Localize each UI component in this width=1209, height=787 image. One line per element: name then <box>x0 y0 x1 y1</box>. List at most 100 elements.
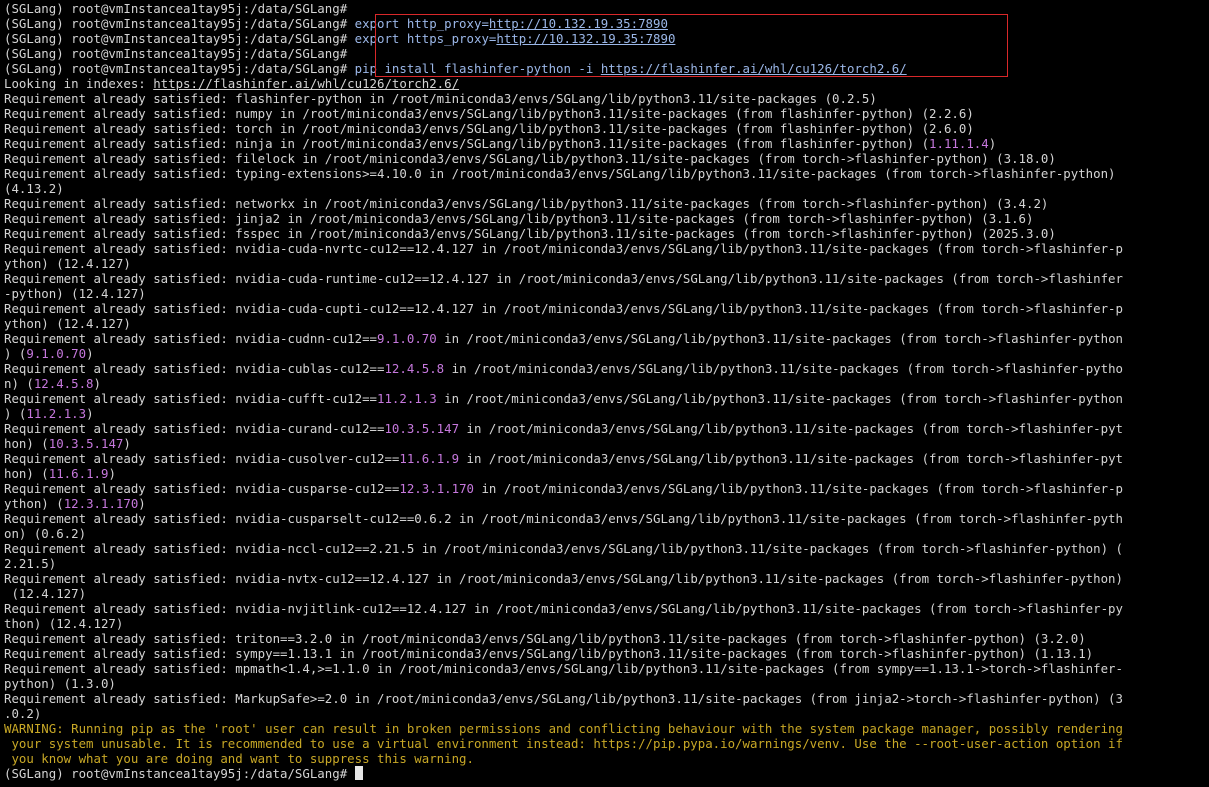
output-line-wrap: hon) (11.6.1.9) <box>4 466 1209 481</box>
output-text: Requirement already satisfied: <box>4 136 236 151</box>
command-text: pip install flashinfer-python -i <box>354 61 601 76</box>
prompt: (SGLang) root@vmInstancea1tay95j:/data/S… <box>4 16 348 31</box>
output-text: thon) (12.4.127) <box>4 616 124 631</box>
output-line-wrap: on) (0.6.2) <box>4 526 1209 541</box>
output-line: Requirement already satisfied: typing-ex… <box>4 166 1209 181</box>
version-highlight: 9.1.0.70 <box>26 346 87 361</box>
output-text: nvidia-nvtx-cu12==12.4.127 in /root/mini… <box>235 571 1123 586</box>
output-text: Requirement already satisfied: <box>4 226 236 241</box>
output-text: numpy in /root/miniconda3/envs/SGLang/li… <box>235 106 974 121</box>
output-text: nvidia-nccl-cu12==2.21.5 in /root/minico… <box>235 541 1123 556</box>
output-text: ) <box>108 466 116 481</box>
output-line: Requirement already satisfied: triton==3… <box>4 631 1209 646</box>
output-text: Requirement already satisfied: <box>4 421 236 436</box>
version-highlight: 12.4.5.8 <box>384 361 445 376</box>
output-line-wrap: ython) (12.4.127) <box>4 256 1209 271</box>
output-line-wrap: (4.13.2) <box>4 181 1209 196</box>
command-line-http-proxy: (SGLang) root@vmInstancea1tay95j:/data/S… <box>4 16 1209 31</box>
output-text: Requirement already satisfied: <box>4 121 236 136</box>
index-link[interactable]: https://flashinfer.ai/whl/cu126/torch2.6… <box>153 76 459 91</box>
output-text: Requirement already satisfied: <box>4 241 236 256</box>
output-text: nvidia-nvjitlink-cu12==12.4.127 in /root… <box>235 601 1123 616</box>
command-text: export http_proxy= <box>354 16 489 31</box>
output-text: Requirement already satisfied: <box>4 691 236 706</box>
output-text: ) <box>86 406 94 421</box>
output-line: Requirement already satisfied: filelock … <box>4 151 1209 166</box>
output-text: Requirement already satisfied: <box>4 331 236 346</box>
output-line: Requirement already satisfied: nvidia-cu… <box>4 421 1209 436</box>
output-text: python) (1.3.0) <box>4 676 116 691</box>
output-text: ython) (12.4.127) <box>4 316 131 331</box>
output-line-wrap: thon) (12.4.127) <box>4 616 1209 631</box>
output-text: ) ( <box>4 346 27 361</box>
output-text: Requirement already satisfied: <box>4 196 236 211</box>
output-text: Requirement already satisfied: <box>4 646 236 661</box>
output-text: fsspec in /root/miniconda3/envs/SGLang/l… <box>235 226 1056 241</box>
output-text: in /root/miniconda3/envs/SGLang/lib/pyth… <box>459 421 1123 436</box>
output-text: (4.13.2) <box>4 181 64 196</box>
output-line: Requirement already satisfied: nvidia-cu… <box>4 481 1209 496</box>
version-highlight: 11.2.1.3 <box>26 406 87 421</box>
output-text: nvidia-curand-cu12== <box>235 421 385 436</box>
output-line: Requirement already satisfied: nvidia-cu… <box>4 241 1209 256</box>
version-highlight: 11.6.1.9 <box>399 451 460 466</box>
output-text: Requirement already satisfied: <box>4 211 236 226</box>
output-text: ython) (12.4.127) <box>4 256 131 271</box>
output-line: Requirement already satisfied: nvidia-cu… <box>4 391 1209 406</box>
output-text: Looking in indexes: <box>4 76 154 91</box>
output-text: in /root/miniconda3/envs/SGLang/lib/pyth… <box>474 481 1124 496</box>
output-line: Requirement already satisfied: nvidia-cu… <box>4 511 1209 526</box>
output-text: n) ( <box>4 376 34 391</box>
output-line-wrap: (12.4.127) <box>4 586 1209 601</box>
output-line-wrap: .0.2) <box>4 706 1209 721</box>
output-text: in /root/miniconda3/envs/SGLang/lib/pyth… <box>436 331 1124 346</box>
index-link[interactable]: https://flashinfer.ai/whl/cu126/torch2.6… <box>601 61 907 76</box>
output-text: in /root/miniconda3/envs/SGLang/lib/pyth… <box>436 391 1124 406</box>
output-text: nvidia-cublas-cu12== <box>235 361 385 376</box>
output-text: Requirement already satisfied: <box>4 571 236 586</box>
prompt: (SGLang) root@vmInstancea1tay95j:/data/S… <box>4 1 348 16</box>
output-text: Requirement already satisfied: <box>4 361 236 376</box>
output-line-wrap: python) (1.3.0) <box>4 676 1209 691</box>
output-text: mpmath<1.4,>=1.1.0 in /root/miniconda3/e… <box>235 661 1123 676</box>
version-highlight: 11.6.1.9 <box>48 466 109 481</box>
output-text: ) <box>988 136 997 151</box>
proxy-link[interactable]: http://10.132.19.35:7890 <box>496 31 675 46</box>
output-line-wrap: 2.21.5) <box>4 556 1209 571</box>
output-text: in /root/miniconda3/envs/SGLang/lib/pyth… <box>459 451 1123 466</box>
output-text: Requirement already satisfied: <box>4 541 236 556</box>
output-text: Requirement already satisfied: <box>4 391 236 406</box>
output-text: .0.2) <box>4 706 42 721</box>
prompt-line-active[interactable]: (SGLang) root@vmInstancea1tay95j:/data/S… <box>4 766 1209 781</box>
output-text: ython) ( <box>4 496 64 511</box>
output-text: networkx in /root/miniconda3/envs/SGLang… <box>235 196 1049 211</box>
command-line-pip-install: (SGLang) root@vmInstancea1tay95j:/data/S… <box>4 61 1209 76</box>
version-highlight: 10.3.5.147 <box>384 421 460 436</box>
warning-text: WARNING: Running pip as the 'root' user … <box>4 721 1123 736</box>
text-cursor[interactable] <box>354 766 363 780</box>
output-text: hon) ( <box>4 436 49 451</box>
output-text: ) ( <box>4 406 27 421</box>
output-text: Requirement already satisfied: <box>4 301 236 316</box>
prompt: (SGLang) root@vmInstancea1tay95j:/data/S… <box>4 31 348 46</box>
proxy-link[interactable]: http://10.132.19.35:7890 <box>489 16 668 31</box>
output-line: Requirement already satisfied: nvidia-nc… <box>4 541 1209 556</box>
output-text: Requirement already satisfied: <box>4 601 236 616</box>
terminal-window[interactable]: (SGLang) root@vmInstancea1tay95j:/data/S… <box>0 0 1209 787</box>
version-highlight: 12.4.5.8 <box>33 376 94 391</box>
output-text: on) (0.6.2) <box>4 526 87 541</box>
output-text: nvidia-cusolver-cu12== <box>235 451 400 466</box>
output-line: Requirement already satisfied: ninja in … <box>4 136 997 151</box>
output-line: Requirement already satisfied: nvidia-nv… <box>4 571 1209 586</box>
warning-line: your system unusable. It is recommended … <box>4 736 1209 751</box>
output-text: torch in /root/miniconda3/envs/SGLang/li… <box>235 121 974 136</box>
output-text: flashinfer-python in /root/miniconda3/en… <box>235 91 877 106</box>
output-text: ) <box>93 376 101 391</box>
output-text: Requirement already satisfied: <box>4 106 236 121</box>
output-text: Requirement already satisfied: <box>4 451 236 466</box>
output-text: in /root/miniconda3/envs/SGLang/lib/pyth… <box>444 361 1123 376</box>
output-line: Requirement already satisfied: sympy==1.… <box>4 646 1209 661</box>
version-highlight: 11.2.1.3 <box>377 391 437 406</box>
output-line: Requirement already satisfied: nvidia-cu… <box>4 271 1209 286</box>
output-text: nvidia-cusparse-cu12== <box>235 481 400 496</box>
